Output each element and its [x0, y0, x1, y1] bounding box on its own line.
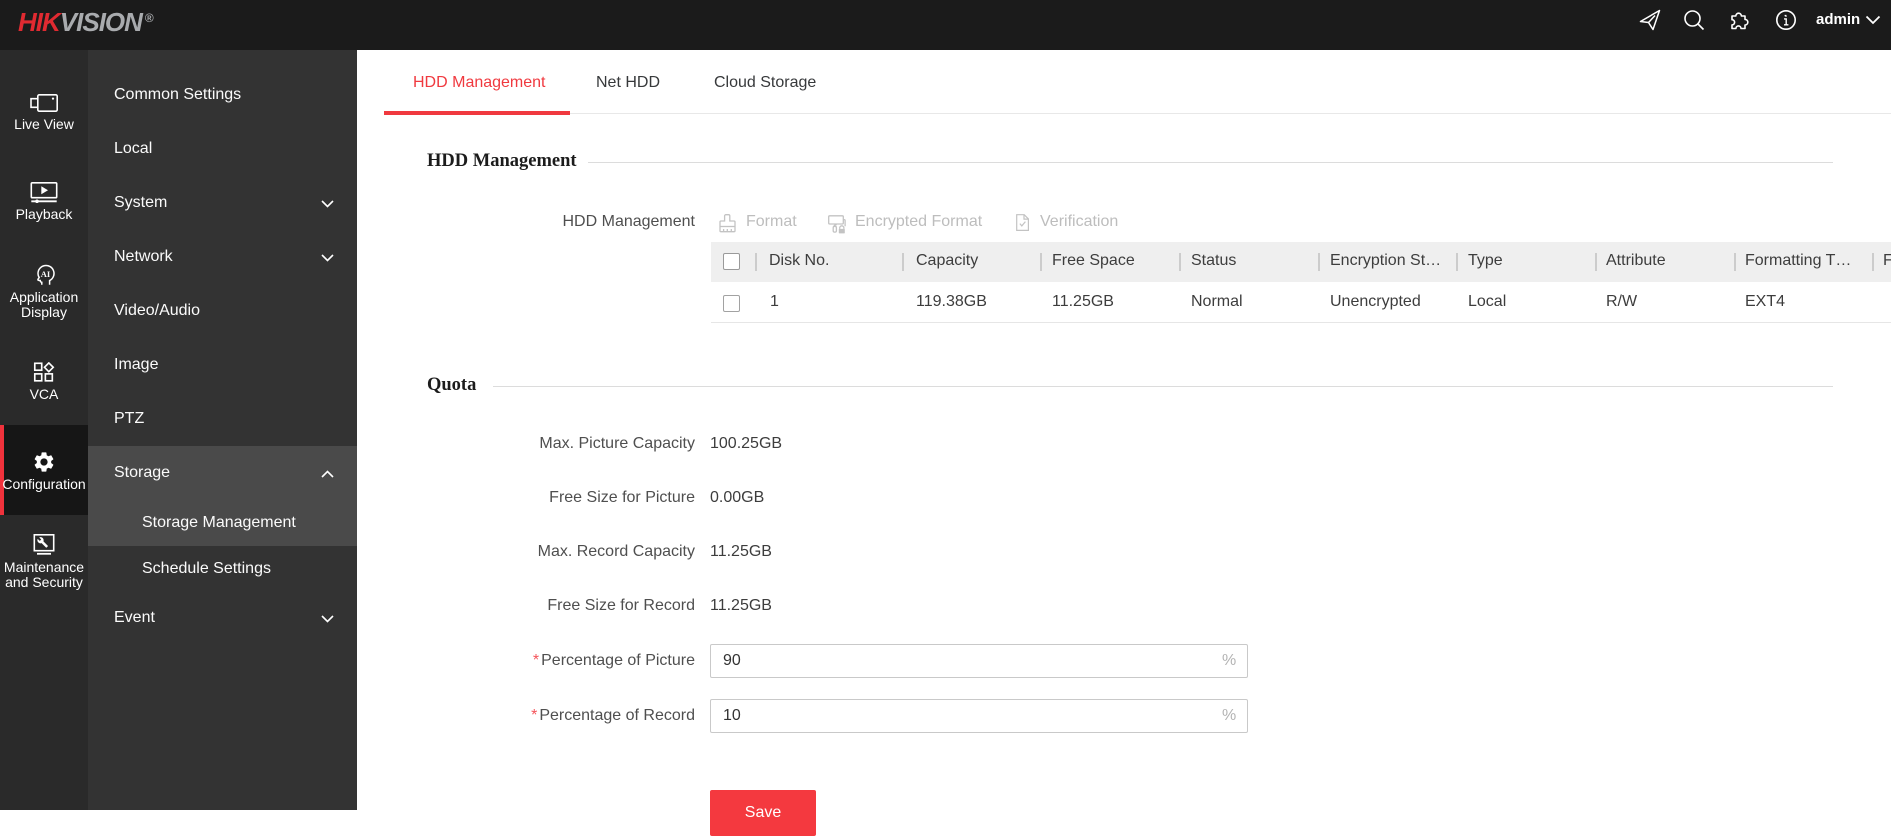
svg-text:AI: AI [41, 269, 51, 279]
